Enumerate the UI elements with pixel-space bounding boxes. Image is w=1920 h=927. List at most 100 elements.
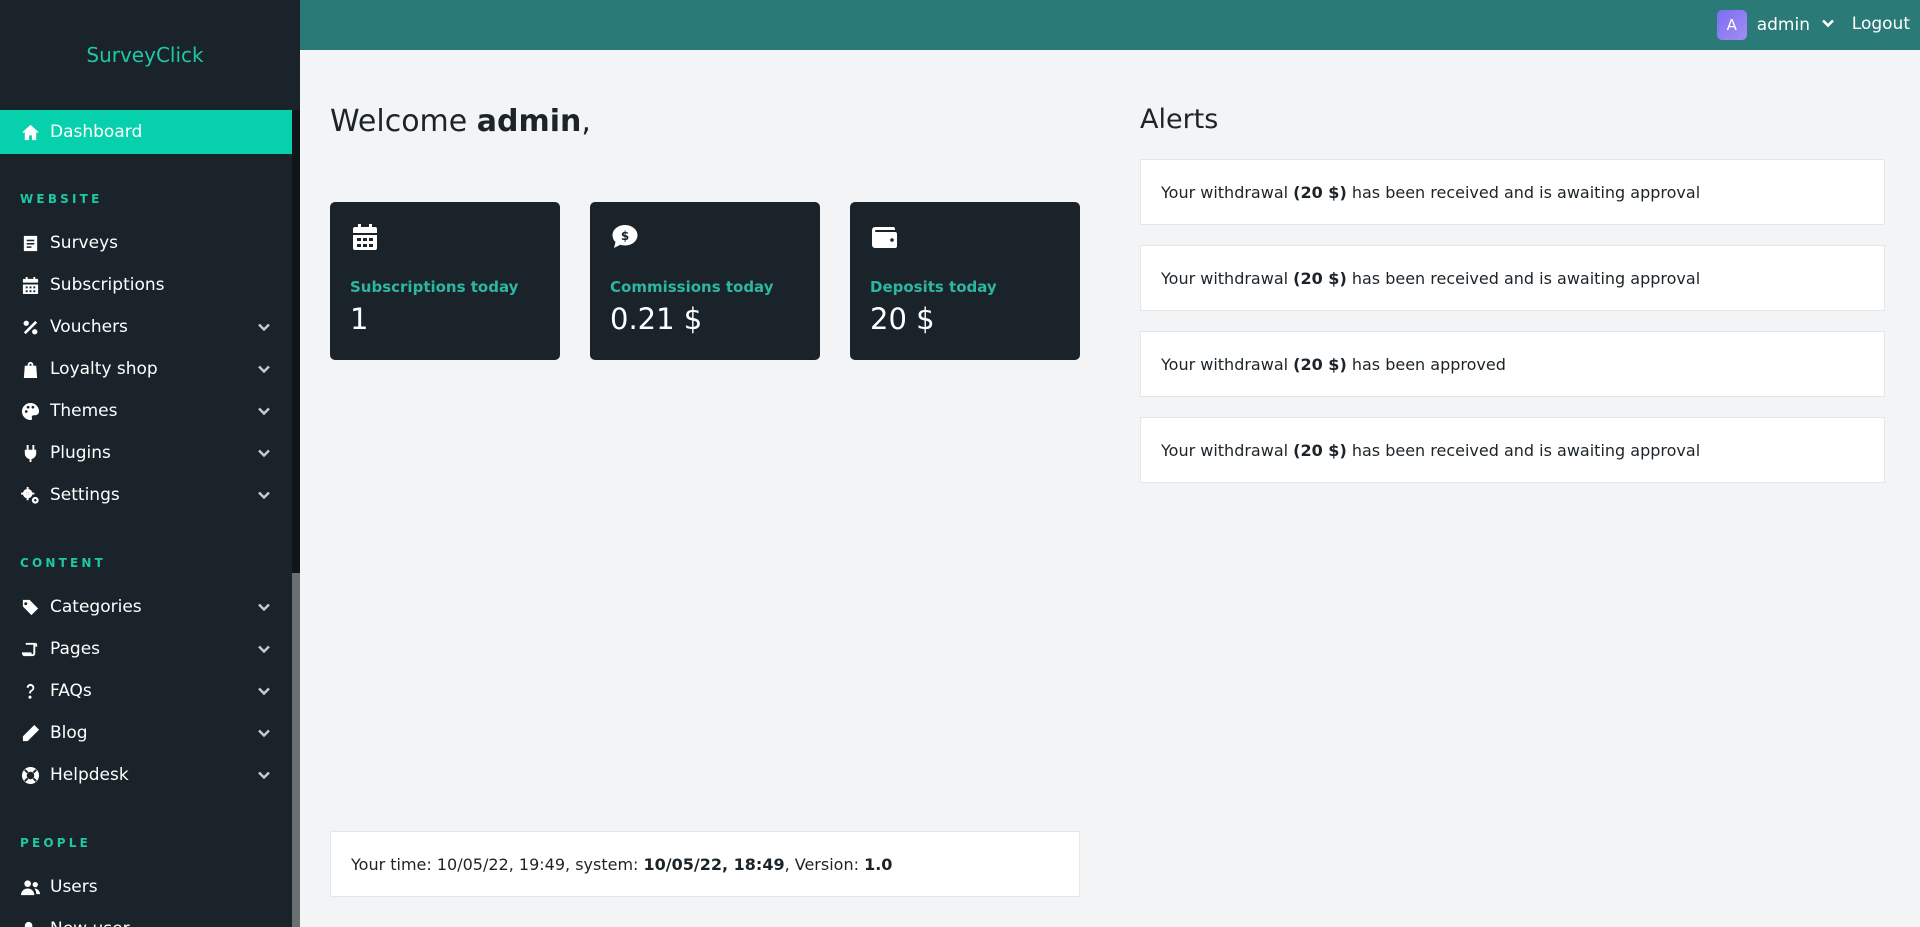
sidebar-item-label: Vouchers <box>50 317 128 337</box>
alerts-heading: Alerts <box>1140 104 1219 135</box>
chevron-down-icon <box>256 683 272 699</box>
stat-card-commissions: $ Commissions today 0.21 $ <box>590 202 820 360</box>
alert-item: Your withdrawal (20 $) has been approved <box>1140 331 1885 397</box>
stat-label: Subscriptions today <box>350 278 519 296</box>
stat-label: Deposits today <box>870 278 997 296</box>
chevron-down-icon <box>256 767 272 783</box>
home-icon <box>20 122 40 142</box>
section-title-content: CONTENT <box>20 556 107 570</box>
sidebar-item-helpdesk[interactable]: Helpdesk <box>0 754 292 796</box>
plug-icon <box>20 443 40 463</box>
sidebar-item-label: Themes <box>50 401 118 421</box>
calendar-icon <box>350 222 540 256</box>
chevron-down-icon <box>256 725 272 741</box>
sidebar-item-new-user[interactable]: New user <box>0 908 292 927</box>
alert-text: Your withdrawal <box>1161 354 1294 374</box>
page-title: Welcome admin, <box>330 104 591 139</box>
alert-status: has been received and is awaiting approv… <box>1346 182 1701 202</box>
stat-card-deposits: Deposits today 20 $ <box>850 202 1080 360</box>
chevron-down-icon <box>256 361 272 377</box>
sidebar-item-subscriptions[interactable]: Subscriptions <box>0 264 292 306</box>
chevron-down-icon <box>256 445 272 461</box>
sidebar: SurveyClick Dashboard WEBSITE Surveys Subs… <box>0 0 300 927</box>
topbar: A admin Logout <box>300 0 1920 50</box>
stat-label: Commissions today <box>610 278 774 296</box>
user-menu[interactable]: A admin <box>1716 10 1836 40</box>
sidebar-item-label: FAQs <box>50 681 92 701</box>
dollar-comment-icon: $ <box>610 222 800 256</box>
percent-icon <box>20 317 40 337</box>
system-time-label: , system: <box>565 854 644 874</box>
stat-value: 0.21 $ <box>610 302 703 336</box>
svg-text:$: $ <box>621 229 629 243</box>
alert-text: Your withdrawal <box>1161 182 1294 202</box>
sidebar-item-label: Users <box>50 877 98 897</box>
calendar-icon <box>20 275 40 295</box>
chevron-down-icon <box>256 487 272 503</box>
sidebar-item-label: New user <box>50 919 130 927</box>
pencil-icon <box>20 723 40 743</box>
sidebar-scrollbar-thumb[interactable] <box>292 573 300 927</box>
sidebar-item-surveys[interactable]: Surveys <box>0 222 292 264</box>
palette-icon <box>20 401 40 421</box>
chevron-down-icon <box>256 599 272 615</box>
your-time-label: Your time: <box>351 854 437 874</box>
system-info-panel: Your time: 10/05/22, 19:49, system: 10/0… <box>330 831 1080 897</box>
sidebar-item-themes[interactable]: Themes <box>0 390 292 432</box>
welcome-prefix: Welcome <box>330 104 477 139</box>
stat-card-subscriptions: Subscriptions today 1 <box>330 202 560 360</box>
alert-text: Your withdrawal <box>1161 440 1294 460</box>
wallet-icon <box>870 222 1060 256</box>
chevron-down-icon <box>256 403 272 419</box>
sidebar-item-users[interactable]: Users <box>0 866 292 908</box>
chevron-down-icon <box>1810 15 1836 36</box>
sidebar-item-categories[interactable]: Categories <box>0 586 292 628</box>
sidebar-item-settings[interactable]: Settings <box>0 474 292 516</box>
alert-status: has been approved <box>1346 354 1506 374</box>
welcome-suffix: , <box>581 104 591 139</box>
sidebar-item-label: Helpdesk <box>50 765 129 785</box>
sidebar-item-label: Categories <box>50 597 142 617</box>
tags-icon <box>20 597 40 617</box>
sidebar-item-blog[interactable]: Blog <box>0 712 292 754</box>
username: admin <box>1756 15 1810 35</box>
sidebar-item-dashboard[interactable]: Dashboard <box>0 110 292 154</box>
gears-icon <box>20 485 40 505</box>
avatar: A <box>1716 10 1747 40</box>
sidebar-item-label: Pages <box>50 639 101 659</box>
users-icon <box>20 877 40 897</box>
alert-amount: (20 $) <box>1293 440 1347 460</box>
sidebar-item-vouchers[interactable]: Vouchers <box>0 306 292 348</box>
alert-amount: (20 $) <box>1293 182 1347 202</box>
sidebar-item-faqs[interactable]: FAQs <box>0 670 292 712</box>
logout-link[interactable]: Logout <box>1852 14 1910 34</box>
alert-status: has been received and is awaiting approv… <box>1346 440 1701 460</box>
your-time-value: 10/05/22, 19:49 <box>436 854 566 874</box>
alert-amount: (20 $) <box>1293 354 1347 374</box>
stat-value: 20 $ <box>870 302 935 336</box>
welcome-username: admin <box>476 104 582 139</box>
survey-icon <box>20 233 40 253</box>
sidebar-item-label: Loyalty shop <box>50 359 158 379</box>
sidebar-item-label: Plugins <box>50 443 111 463</box>
section-title-website: WEBSITE <box>20 192 103 206</box>
brand-logo[interactable]: SurveyClick <box>0 0 300 110</box>
sidebar-item-label: Settings <box>50 485 120 505</box>
sidebar-item-loyalty-shop[interactable]: Loyalty shop <box>0 348 292 390</box>
question-icon <box>20 681 40 701</box>
chevron-down-icon <box>256 319 272 335</box>
version-value: 1.0 <box>864 854 893 874</box>
alert-item: Your withdrawal (20 $) has been received… <box>1140 159 1885 225</box>
user-plus-icon <box>20 919 40 927</box>
chevron-down-icon <box>256 641 272 657</box>
life-ring-icon <box>20 765 40 785</box>
sidebar-item-label: Surveys <box>50 233 118 253</box>
sidebar-item-pages[interactable]: Pages <box>0 628 292 670</box>
stat-value: 1 <box>350 302 369 336</box>
sidebar-item-plugins[interactable]: Plugins <box>0 432 292 474</box>
alert-text: Your withdrawal <box>1161 268 1294 288</box>
sidebar-item-label: Dashboard <box>50 122 143 142</box>
alert-item: Your withdrawal (20 $) has been received… <box>1140 417 1885 483</box>
section-title-people: PEOPLE <box>20 836 92 850</box>
system-time-value: 10/05/22, 18:49 <box>643 854 785 874</box>
